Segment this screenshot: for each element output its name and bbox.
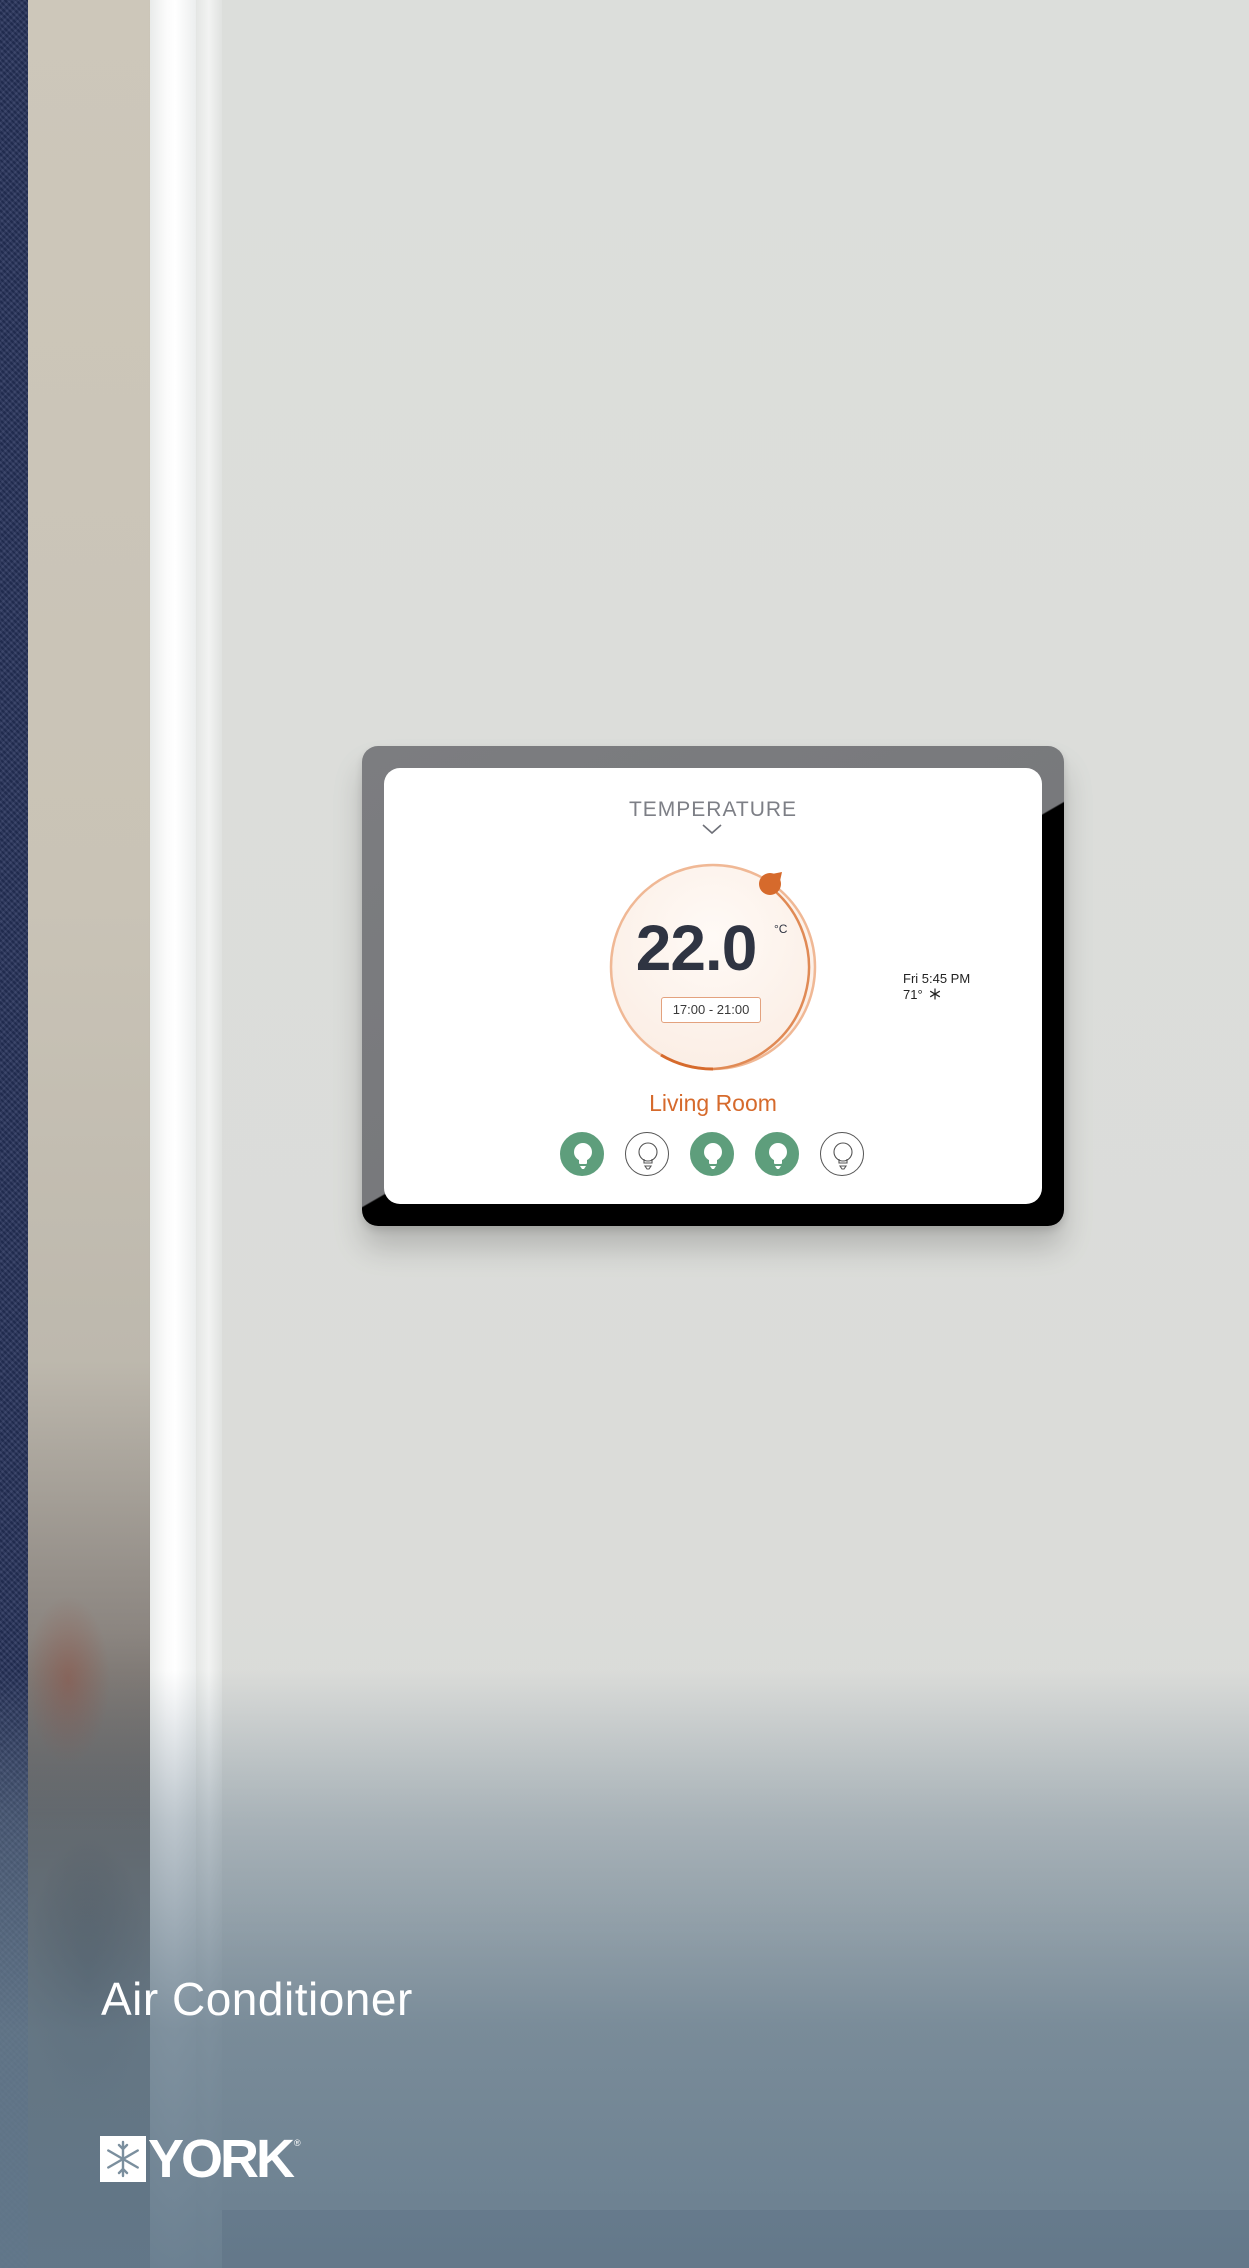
room-name: Living Room [649, 1090, 777, 1116]
thermostat-device: TEMPERATURE 22.0 °C 17:00 - 21:00 Fri 5:… [362, 746, 1064, 1226]
light-toggle-3[interactable] [690, 1132, 734, 1176]
product-caption: Air Conditioner [101, 1973, 413, 2025]
screen-title: TEMPERATURE [628, 798, 798, 821]
registered-mark: ® [294, 2138, 301, 2148]
outdoor-weather: 71° [903, 987, 970, 1003]
clock-time: Fri 5:45 PM [903, 971, 971, 986]
temperature-value: 22.0 [635, 912, 758, 984]
chevron-down-icon[interactable] [701, 822, 723, 836]
outdoor-temp: 71° [903, 987, 923, 1002]
snowflake-icon [930, 988, 941, 1000]
light-toggle-5[interactable] [820, 1132, 864, 1176]
brand-name: YORK [148, 2129, 295, 2189]
light-toggle-4[interactable] [755, 1132, 799, 1176]
light-toggle-1[interactable] [560, 1132, 604, 1176]
temperature-unit: °C [774, 922, 788, 936]
york-logo: YORK ® [100, 2129, 301, 2189]
bottom-ledge [222, 2210, 1249, 2268]
lightbulb-icon [638, 1142, 658, 1170]
clock-widget: Fri 5:45 PM 71° [903, 971, 970, 1003]
light-toggle-2[interactable] [625, 1132, 669, 1176]
york-snowflake-logo [100, 2136, 146, 2182]
lightbulb-icon [574, 1143, 592, 1169]
schedule-badge[interactable]: 17:00 - 21:00 [661, 997, 761, 1023]
thermostat-screen: TEMPERATURE 22.0 °C 17:00 - 21:00 Fri 5:… [384, 768, 1042, 1204]
lightbulb-icon [704, 1143, 722, 1169]
light-controls [560, 1132, 866, 1178]
lightbulb-icon [769, 1143, 787, 1169]
lightbulb-icon [833, 1142, 853, 1170]
